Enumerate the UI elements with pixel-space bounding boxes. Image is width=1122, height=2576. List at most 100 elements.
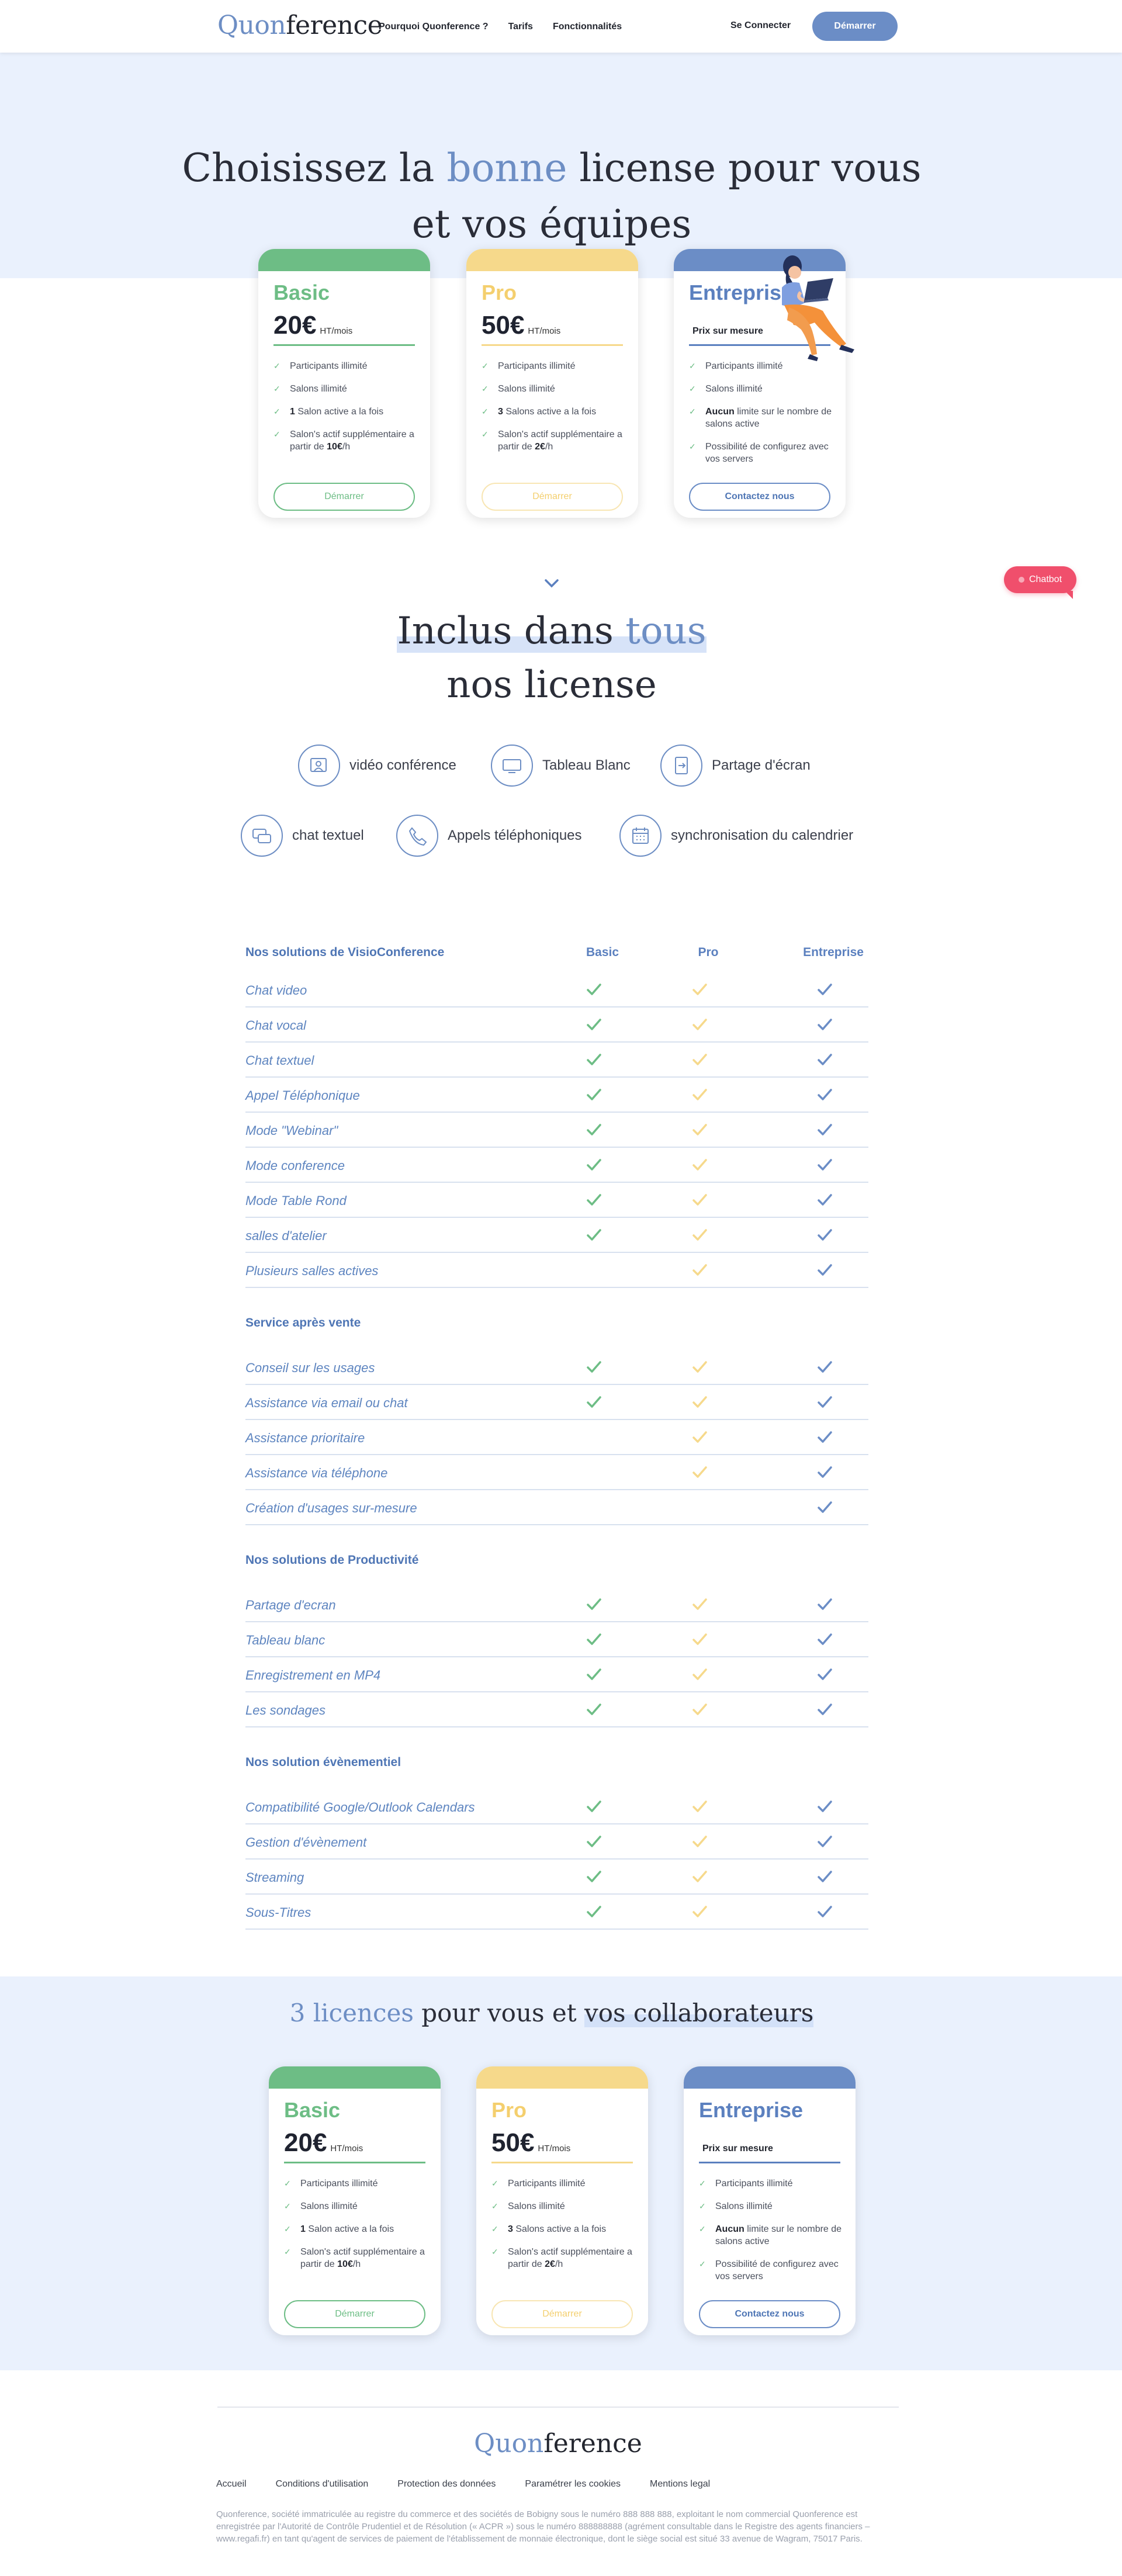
start-button[interactable]: Démarrer	[812, 12, 898, 41]
row-label: Streaming	[245, 1870, 304, 1885]
card-band	[269, 2066, 441, 2089]
table-row: Assistance prioritaire	[245, 1420, 868, 1455]
plan-card-enterprise: Entreprise Prix sur mesure ✓ Participants…	[684, 2066, 856, 2335]
nav-link-pricing[interactable]: Tarifs	[508, 22, 533, 32]
contact-us-button[interactable]: Contactez nous	[689, 483, 830, 511]
row-label: Partage d'ecran	[245, 1598, 336, 1612]
table-row: Chat video	[245, 972, 868, 1007]
check-icon	[818, 1501, 832, 1513]
table-row: Mode "Webinar"	[245, 1113, 868, 1148]
footer-link-terms[interactable]: Conditions d'utilisation	[276, 2479, 369, 2490]
plan-start-button[interactable]: Démarrer	[482, 483, 623, 511]
plan-name: Entreprise	[699, 2098, 804, 2122]
check-icon: ✓	[699, 2201, 706, 2211]
plan-card-pro: Pro 50€ HT/mois ✓ Participants illimité ✓ S…	[476, 2066, 648, 2335]
nav-link-why[interactable]: Pourquoi Quonference ?	[379, 22, 489, 32]
nav-link-features[interactable]: Fonctionnalités	[553, 22, 622, 32]
check-icon	[692, 1159, 707, 1171]
check-icon: ✓	[284, 2179, 291, 2188]
licences-section: 3 licences pour vous et vos collaborateu…	[0, 1976, 1122, 2370]
check-icon: ✓	[273, 407, 280, 416]
chevron-down-icon[interactable]	[542, 576, 561, 590]
card-band	[684, 2066, 856, 2089]
check-icon	[818, 1264, 832, 1276]
check-icon	[587, 1906, 601, 1917]
feature-item: ✓ Participants illimité	[284, 2179, 378, 2189]
calendar-icon	[619, 815, 662, 857]
card-divider	[273, 344, 415, 346]
check-icon: ✓	[699, 2259, 706, 2269]
check-icon: ✓	[689, 407, 696, 416]
card-divider	[491, 2162, 633, 2163]
feature-video-conference: vidéo conférence	[298, 745, 456, 787]
screen-share-icon	[660, 745, 702, 787]
plan-name: Pro	[482, 281, 517, 304]
table-row: salles d'atelier	[245, 1218, 868, 1253]
row-label: Chat vocal	[245, 1018, 306, 1033]
check-icon	[692, 1598, 707, 1610]
check-icon	[818, 984, 832, 995]
feature-item: ✓ 1 Salon active a la fois	[273, 407, 384, 417]
footer-logo[interactable]: Quonference	[0, 2429, 1116, 2459]
plan-start-button[interactable]: Démarrer	[284, 2300, 425, 2328]
check-icon	[692, 1264, 707, 1276]
plan-price: 50€ HT/mois	[482, 311, 561, 340]
check-icon	[587, 1836, 601, 1847]
check-icon: ✓	[273, 361, 280, 371]
check-icon	[692, 1194, 707, 1206]
plan-start-button[interactable]: Démarrer	[491, 2300, 633, 2328]
check-icon: ✓	[689, 384, 696, 393]
table-row: Les sondages	[245, 1692, 868, 1727]
login-link[interactable]: Se Connecter	[730, 20, 791, 31]
footer: Quonference Accueil Conditions d'utilisa…	[0, 2370, 1122, 2555]
plan-card-basic: Basic 20€ HT/mois ✓ Participants illimité …	[258, 249, 430, 518]
check-icon	[692, 1633, 707, 1645]
table-row: Plusieurs salles actives	[245, 1253, 868, 1288]
section-title: Nos solution évènementiel	[245, 1756, 401, 1769]
table-row: Streaming	[245, 1860, 868, 1895]
logo[interactable]: Quonference	[217, 11, 383, 40]
table-row: Mode Table Rond	[245, 1183, 868, 1218]
chatbot-button[interactable]: Chatbot	[1004, 566, 1076, 599]
card-divider	[284, 2162, 425, 2163]
section-title: Nos solutions de Productivité	[245, 1553, 419, 1567]
included-title: Inclus dans tous nos license	[397, 610, 707, 707]
feature-whiteboard: Tableau Blanc	[491, 745, 631, 787]
row-label: Mode "Webinar"	[245, 1123, 338, 1138]
footer-link-home[interactable]: Accueil	[216, 2479, 247, 2490]
check-icon	[692, 1396, 707, 1408]
check-icon: ✓	[482, 430, 489, 439]
hero-section: Choisissez la bonne license pour vous et…	[0, 53, 1122, 361]
phone-icon	[396, 815, 438, 857]
row-label: Assistance via email ou chat	[245, 1396, 408, 1410]
check-icon	[818, 1019, 832, 1030]
section-header: Nos solution évènementiel	[0, 1727, 1122, 1789]
feature-screen-share: Partage d'écran	[660, 745, 811, 787]
row-label: Assistance prioritaire	[245, 1431, 365, 1445]
check-icon: ✓	[491, 2201, 498, 2211]
feature-item: ✓ 3 Salons active a la fois	[482, 407, 597, 417]
row-label: Gestion d'évènement	[245, 1835, 367, 1850]
check-icon	[692, 984, 707, 995]
row-label: Appel Téléphonique	[245, 1088, 360, 1103]
included-features-section: Inclus dans tous nos license vidéo confé…	[0, 600, 1122, 920]
table-row: Partage d'ecran	[245, 1587, 868, 1622]
whiteboard-icon	[491, 745, 533, 787]
video-conference-icon	[298, 745, 340, 787]
check-icon	[587, 1633, 601, 1645]
feature-item: ✓ 3 Salons active a la fois	[491, 2224, 607, 2234]
plan-start-button[interactable]: Démarrer	[273, 483, 415, 511]
feature-item: ✓ Participants illimité	[273, 361, 368, 371]
check-icon	[692, 1431, 707, 1443]
plan-features: ✓ Participants illimité ✓ Salons illimité …	[273, 360, 418, 463]
footer-link-privacy[interactable]: Protection des données	[397, 2479, 496, 2490]
check-icon	[692, 1466, 707, 1478]
check-icon	[818, 1229, 832, 1241]
footer-link-legal[interactable]: Mentions legal	[650, 2479, 710, 2490]
check-icon	[818, 1431, 832, 1443]
feature-item: ✓ Salon's actif supplémentaire a partir d…	[482, 430, 622, 452]
contact-us-button[interactable]: Contactez nous	[699, 2300, 840, 2328]
plan-price: 50€ HT/mois	[491, 2128, 571, 2157]
footer-link-cookies[interactable]: Paramétrer les cookies	[525, 2479, 621, 2490]
check-icon	[587, 1704, 601, 1715]
